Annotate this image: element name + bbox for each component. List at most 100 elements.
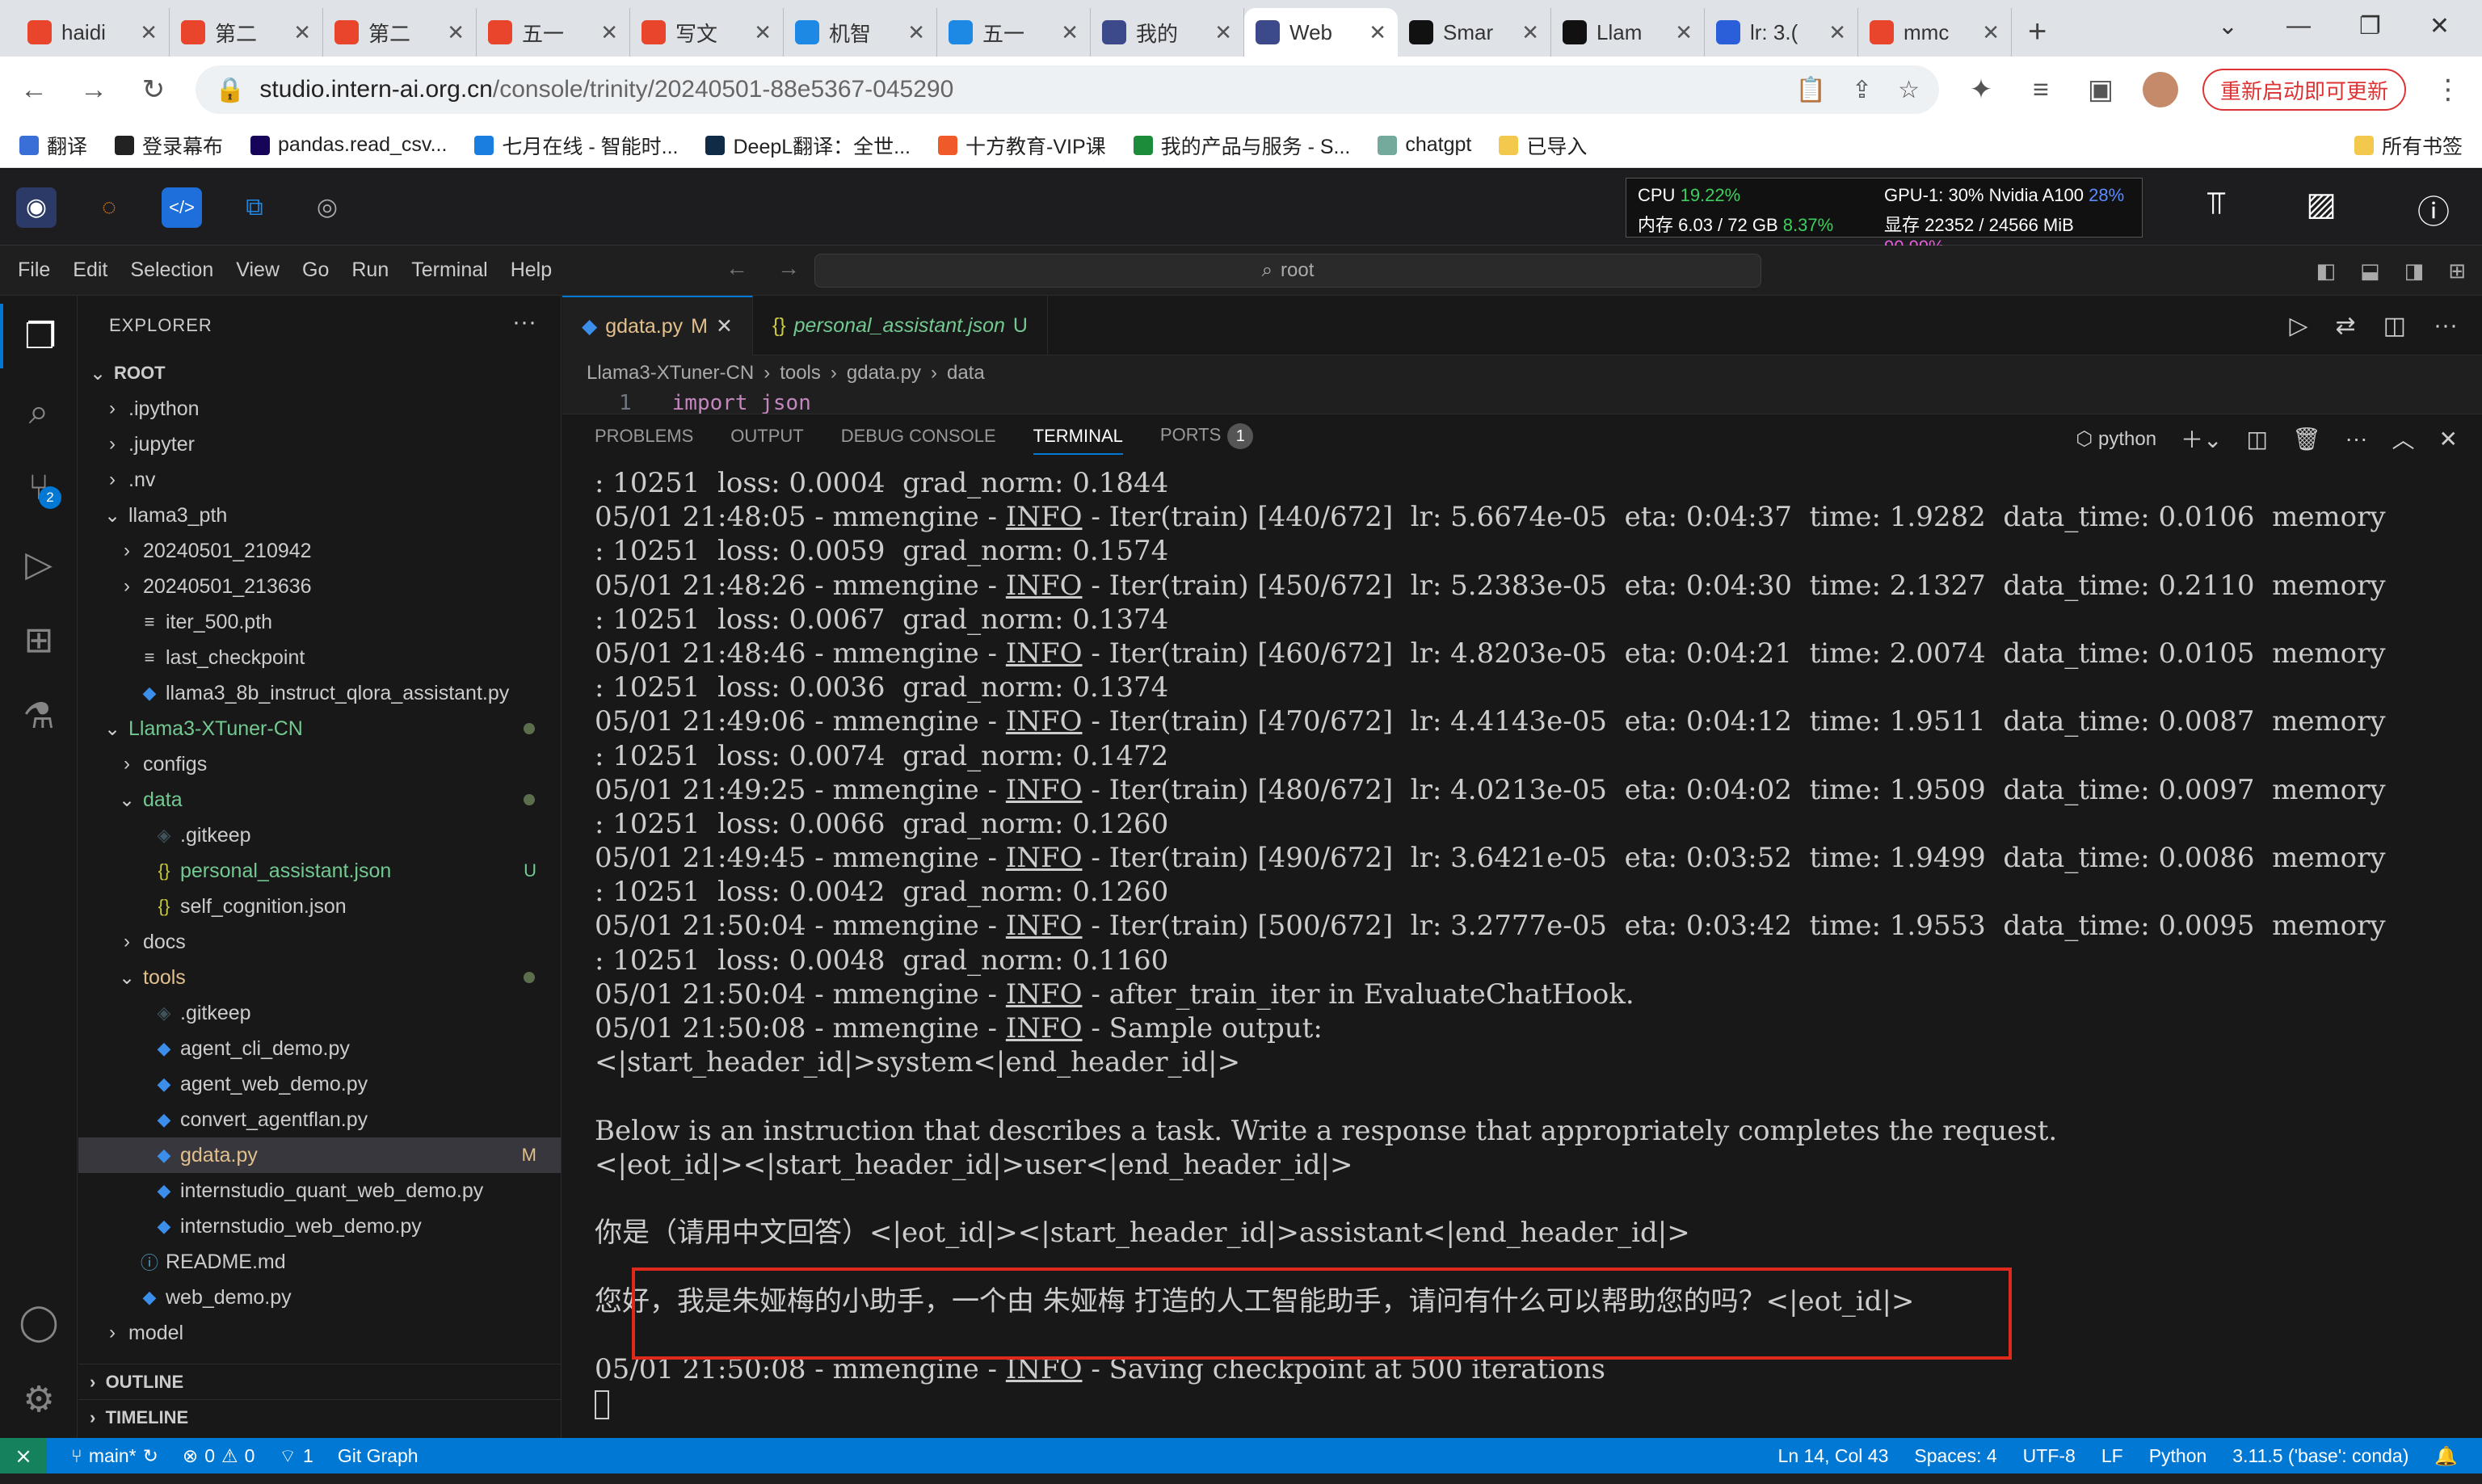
tree-item[interactable]: ◆ internstudio_web_demo.py <box>78 1209 561 1244</box>
testing-icon[interactable]: ⚗ <box>0 683 78 748</box>
tree-item[interactable]: ⓘ README.md <box>78 1244 561 1280</box>
restore-icon[interactable]: ❐ <box>2359 12 2381 40</box>
menu-go[interactable]: Go <box>302 259 329 282</box>
tree-item[interactable]: ◆ agent_cli_demo.py <box>78 1031 561 1066</box>
tree-item[interactable]: › 20240501_210942 <box>78 533 561 569</box>
tree-item[interactable]: › .nv <box>78 462 561 498</box>
tree-item[interactable]: ⌄ tools <box>78 960 561 995</box>
maximize-panel-icon[interactable]: ︿ <box>2392 422 2415 455</box>
tree-item[interactable]: ◈ .gitkeep <box>78 818 561 853</box>
encoding[interactable]: UTF-8 <box>2023 1445 2076 1467</box>
close-tab-icon[interactable]: ✕ <box>600 20 618 45</box>
remote-indicator-icon[interactable]: ⨯ <box>0 1438 47 1473</box>
address-bar[interactable]: 🔒 studio.intern-ai.org.cn/console/trinit… <box>196 65 1939 114</box>
tree-item[interactable]: ⌄ Llama3-XTuner-CN <box>78 711 561 746</box>
editor-tab[interactable]: ◆ gdata.py M ✕ <box>562 296 753 355</box>
close-panel-icon[interactable]: ✕ <box>2439 426 2458 452</box>
indentation[interactable]: Spaces: 4 <box>1914 1445 1996 1467</box>
timeline-section[interactable]: › TIMELINE <box>78 1399 562 1435</box>
ports-indicator[interactable]: ⌔ 1 <box>279 1444 313 1468</box>
close-tab-icon[interactable]: ✕ <box>140 20 158 45</box>
close-tab-icon[interactable]: ✕ <box>907 20 925 45</box>
tree-item[interactable]: ⌄ data <box>78 782 561 818</box>
cursor-position[interactable]: Ln 14, Col 43 <box>1778 1445 1889 1467</box>
search-icon[interactable]: ⌕ <box>0 380 78 444</box>
split-editor-icon[interactable]: ◫ <box>2383 312 2406 340</box>
tree-item[interactable]: ◈ .gitkeep <box>78 995 561 1031</box>
panel-tab-terminal[interactable]: TERMINAL <box>1033 426 1123 455</box>
browser-tab[interactable]: 第二 ✕ <box>323 8 477 57</box>
bookmark-item[interactable]: pandas.read_csv... <box>250 133 447 157</box>
bookmark-item[interactable]: 已导入 <box>1499 131 1587 160</box>
source-control-icon[interactable]: ⑂ 2 <box>0 456 78 520</box>
breadcrumb-item[interactable]: data <box>947 362 985 385</box>
tree-item[interactable]: › 20240501_213636 <box>78 569 561 604</box>
close-tab-icon[interactable]: ✕ <box>1369 20 1386 45</box>
nav-back-icon[interactable]: ← <box>726 255 748 281</box>
compass-icon[interactable]: ◎ <box>307 187 347 228</box>
toggle-panel-icon[interactable]: ⬓ <box>2360 259 2380 284</box>
browser-tab[interactable]: 写文 ✕ <box>630 8 784 57</box>
clipboard-icon[interactable]: 📋 <box>1796 76 1826 104</box>
more-actions-icon[interactable]: ··· <box>2434 312 2458 340</box>
panel-tab-debug-console[interactable]: DEBUG CONSOLE <box>841 426 996 447</box>
reading-list-icon[interactable]: ≡ <box>2023 74 2059 106</box>
breadcrumb-item[interactable]: tools <box>780 362 821 385</box>
info-link[interactable]: INFO <box>1006 774 1083 806</box>
close-tab-icon[interactable]: ✕ <box>1982 20 2000 45</box>
breadcrumb-item[interactable]: Llama3-XTuner-CN <box>587 362 754 385</box>
browser-tab[interactable]: 我的 ✕ <box>1091 8 1244 57</box>
info-link[interactable]: INFO <box>1006 570 1083 602</box>
code-icon[interactable]: </> <box>162 187 202 228</box>
info-link[interactable]: INFO <box>1006 1012 1083 1045</box>
bookmark-item[interactable]: 十方教育-VIP课 <box>938 131 1106 160</box>
close-tab-icon[interactable]: ✕ <box>1828 20 1846 45</box>
tensorflow-icon[interactable]: ⫪ <box>2207 186 2226 233</box>
new-terminal-icon[interactable]: ＋⌄ <box>2181 422 2222 455</box>
browser-tab[interactable]: Smar ✕ <box>1398 8 1551 57</box>
share-icon[interactable]: ⇪ <box>1852 76 1872 104</box>
info-link[interactable]: INFO <box>1006 842 1083 874</box>
nav-forward-icon[interactable]: → <box>777 255 800 281</box>
minimize-icon[interactable]: — <box>2286 12 2311 40</box>
browser-tab[interactable]: Web ✕ <box>1244 8 1398 57</box>
menu-terminal[interactable]: Terminal <box>411 259 487 282</box>
star-icon[interactable]: ☆ <box>1898 76 1920 104</box>
tree-item[interactable]: ◆ gdata.py M <box>78 1137 561 1173</box>
tree-item[interactable]: › .ipython <box>78 391 561 427</box>
tree-item[interactable]: › .jupyter <box>78 427 561 462</box>
outline-section[interactable]: › OUTLINE <box>78 1364 562 1399</box>
tree-item[interactable]: {} self_cognition.json <box>78 889 561 924</box>
menu-icon[interactable]: ⋮ <box>2430 74 2466 106</box>
terminal-shell[interactable]: ⬡ python <box>2076 427 2156 451</box>
back-icon[interactable]: ← <box>16 74 52 106</box>
extensions-icon[interactable]: ⊞ <box>0 607 78 672</box>
browser-tab[interactable]: Llam ✕ <box>1551 8 1705 57</box>
panel-tab-problems[interactable]: PROBLEMS <box>595 426 693 447</box>
close-tab-icon[interactable]: ✕ <box>1675 20 1693 45</box>
menu-view[interactable]: View <box>236 259 280 282</box>
tree-item[interactable]: › docs <box>78 924 561 960</box>
info-link[interactable]: INFO <box>1006 705 1083 738</box>
bookmark-item[interactable]: 翻译 <box>19 131 87 160</box>
account-icon[interactable]: ◯ <box>0 1289 78 1354</box>
tree-item[interactable]: › configs <box>78 746 561 782</box>
compare-icon[interactable]: ⇄ <box>2336 312 2356 340</box>
bookmark-item[interactable]: 登录幕布 <box>115 131 223 160</box>
browser-tab[interactable]: 第二 ✕ <box>170 8 323 57</box>
code-line[interactable]: 1 import json <box>562 391 2482 414</box>
browser-tab[interactable]: haidi ✕ <box>16 8 170 57</box>
run-debug-icon[interactable]: ▷ <box>0 532 78 596</box>
tree-item[interactable]: ≡ iter_500.pth <box>78 604 561 640</box>
panel-tab-ports[interactable]: PORTS 1 <box>1160 423 1254 449</box>
kill-terminal-icon[interactable]: 🗑 <box>2292 426 2321 452</box>
forward-icon[interactable]: → <box>76 74 111 106</box>
tree-item[interactable]: ◆ convert_agentflan.py <box>78 1102 561 1137</box>
tree-root[interactable]: ⌄ ROOT <box>78 355 561 391</box>
python-interpreter[interactable]: 3.11.5 ('base': conda) <box>2232 1445 2408 1467</box>
intern-logo-icon[interactable]: ◉ <box>16 187 57 228</box>
explorer-icon[interactable]: ❐ <box>0 304 78 368</box>
bookmark-item[interactable]: DeepL翻译：全世... <box>705 131 911 160</box>
browser-tab[interactable]: mmc ✕ <box>1858 8 2012 57</box>
menu-file[interactable]: File <box>18 259 50 282</box>
